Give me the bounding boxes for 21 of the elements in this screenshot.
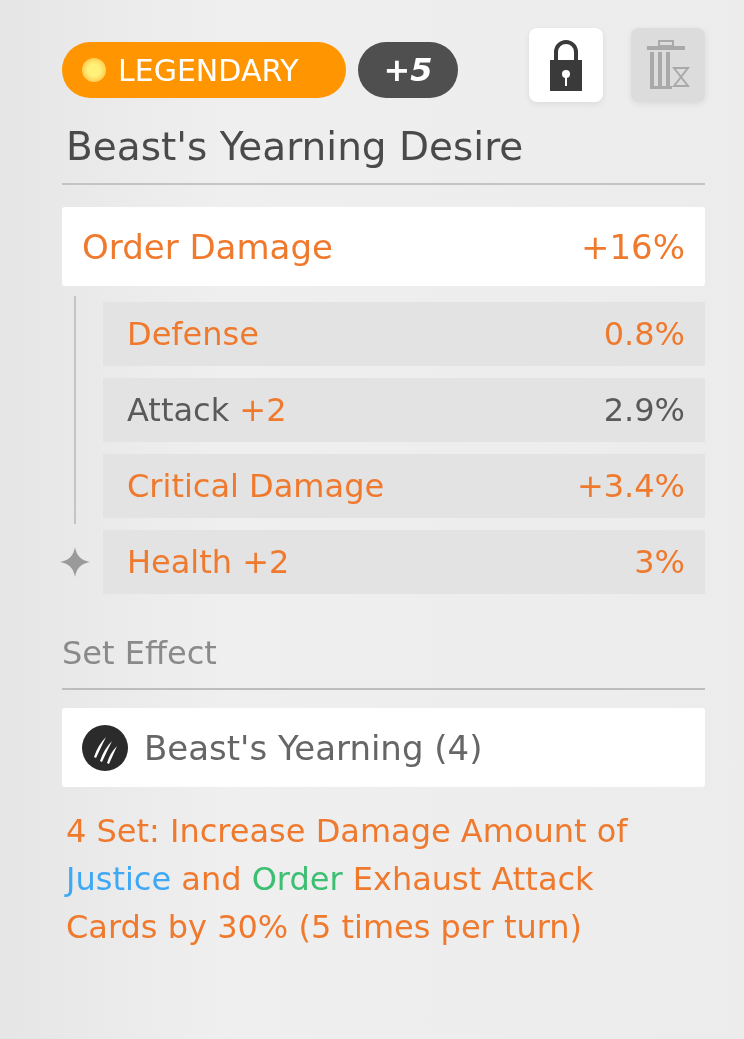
stat-name: Attack +2: [127, 391, 287, 429]
stat-name: Order Damage: [82, 226, 333, 267]
section-heading: Set Effect: [62, 634, 218, 672]
item-title: Beast's Yearning Desire: [66, 124, 525, 169]
stat-name: Defense: [127, 315, 259, 353]
stat-name: Critical Damage: [127, 467, 385, 505]
stat-value: +3.4%: [576, 467, 685, 505]
stat-value: 3%: [634, 543, 685, 581]
lock-button[interactable]: [529, 28, 603, 102]
trash-hourglass-icon: [645, 38, 691, 92]
stat-name: Health +2: [127, 543, 290, 581]
stat-value: 0.8%: [603, 315, 685, 353]
set-description: 4 Set: Increase Damage Amount of Justice and Order Exhaust Attack Cards by 30% (5 times per turn): [66, 811, 629, 948]
glow-dot-icon: [82, 58, 106, 82]
set-name: Beast's Yearning (4): [144, 727, 483, 768]
stat-value: 2.9%: [603, 391, 685, 429]
stat-value: +16%: [580, 226, 685, 267]
claw-icon: [82, 724, 128, 771]
lock-icon: [549, 38, 583, 92]
level-badge: +5: [358, 42, 458, 98]
rarity-label: LEGENDARY: [118, 52, 299, 88]
